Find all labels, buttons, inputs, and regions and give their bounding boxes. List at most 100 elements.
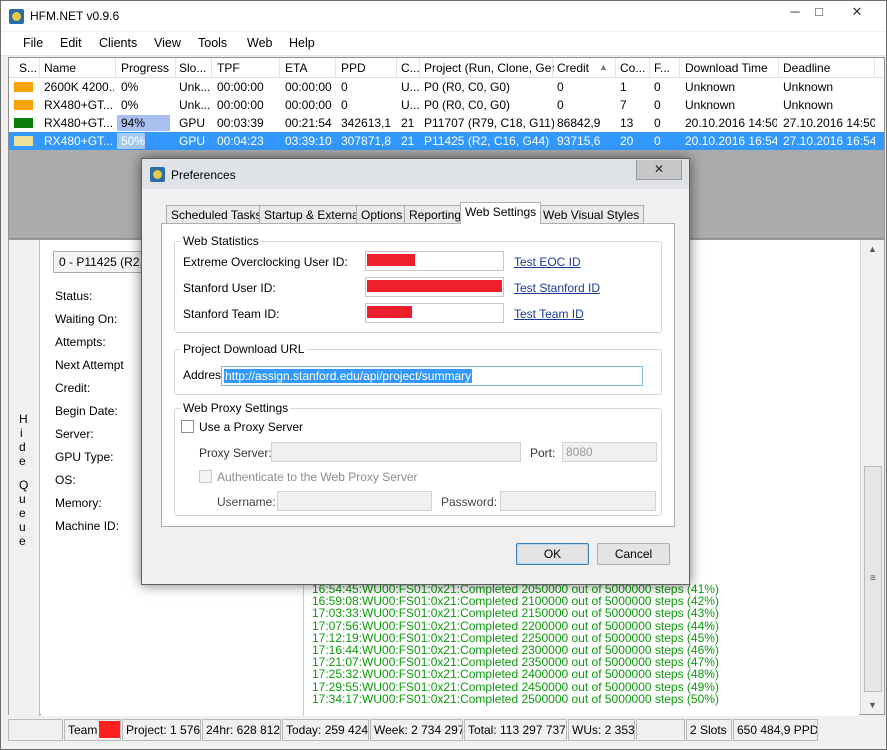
detail-label: Memory:: [55, 496, 102, 510]
status-team: Team: [64, 719, 121, 741]
col-progress[interactable]: Progress: [121, 61, 177, 75]
use-proxy-label: Use a Proxy Server: [199, 420, 304, 434]
test-team-id-link[interactable]: Test Team ID: [514, 307, 584, 321]
menu-clients[interactable]: Clients: [99, 36, 137, 50]
use-proxy-checkbox[interactable]: [181, 420, 194, 433]
cell-deadline: Unknown: [783, 80, 834, 94]
table-row[interactable]: RX480+GT... 0% Unk... 00:00:00 00:00:00 0 U...…: [9, 96, 884, 114]
table-row[interactable]: 2600K 4200... 0% Unk... 00:00:00 00:00:00 0 U.…: [9, 78, 884, 96]
col-status[interactable]: S...: [19, 61, 41, 75]
maximize-button[interactable]: □: [805, 3, 833, 23]
dialog-title-bar[interactable]: Preferences ✕: [142, 159, 689, 189]
scroll-up-icon[interactable]: ▲: [868, 244, 877, 254]
status-swatch: [14, 82, 33, 92]
cell-co: 1: [620, 80, 627, 94]
window-title: HFM.NET v0.9.6: [30, 9, 120, 23]
cell-eta: 00:00:00: [285, 98, 332, 112]
test-eoc-id-link[interactable]: Test EOC ID: [514, 255, 581, 269]
col-eta[interactable]: ETA: [285, 61, 335, 75]
close-button[interactable]: ✕: [843, 3, 871, 23]
status-project: Project: 1 576: [122, 719, 201, 741]
tab-reporting[interactable]: Reporting: [404, 205, 467, 223]
menu-help[interactable]: Help: [289, 36, 315, 50]
menu-web[interactable]: Web: [247, 36, 272, 50]
stanford-user-id-label: Stanford User ID:: [183, 281, 276, 295]
col-completed[interactable]: Co...: [620, 61, 646, 75]
table-row[interactable]: RX480+GT... 50% GPU 00:04:23 03:39:10 307871,…: [9, 132, 884, 150]
cell-credit: 93715,6: [557, 134, 601, 148]
col-failed[interactable]: F...: [654, 61, 676, 75]
detail-label: Credit:: [55, 381, 91, 395]
tab-startup-external[interactable]: Startup & External: [259, 205, 367, 223]
tab-scheduled-tasks[interactable]: Scheduled Tasks: [166, 205, 267, 223]
project-download-group: Project Download URL Address: http://ass…: [174, 342, 662, 395]
col-slot[interactable]: Slo...: [179, 61, 213, 75]
title-bar[interactable]: HFM.NET v0.9.6 ─ □ ✕: [1, 1, 886, 31]
address-value: http://assign.stanford.edu/api/project/s…: [224, 369, 473, 383]
dialog-close-button[interactable]: ✕: [636, 160, 682, 180]
cell-download: Unknown: [685, 98, 736, 112]
menu-view[interactable]: View: [154, 36, 181, 50]
cell-ppd: 307871,8: [341, 134, 392, 148]
stanford-team-id-input[interactable]: [365, 303, 504, 323]
col-download-time[interactable]: Download Time: [685, 61, 779, 75]
username-input[interactable]: [277, 491, 432, 511]
col-name[interactable]: Name: [44, 61, 114, 75]
status-spacer: [636, 719, 685, 741]
col-tpf[interactable]: TPF: [217, 61, 277, 75]
stanford-user-id-input[interactable]: [365, 277, 504, 297]
col-credit[interactable]: Credit: [557, 61, 597, 75]
cell-slot: GPU: [179, 116, 206, 130]
cell-download: 20.10.2016 16:54: [685, 134, 777, 148]
password-input[interactable]: [500, 491, 656, 511]
status-slots: 2 Slots: [686, 719, 732, 741]
menu-edit[interactable]: Edit: [60, 36, 82, 50]
authenticate-proxy-checkbox[interactable]: [199, 470, 212, 483]
eoc-user-id-input[interactable]: [365, 251, 504, 271]
cell-tpf: 00:04:23: [217, 134, 264, 148]
cell-c: U...: [401, 80, 419, 94]
username-label: Username:: [217, 495, 276, 509]
scroll-down-icon[interactable]: ▼: [868, 700, 877, 710]
tab-web-visual-styles[interactable]: Web Visual Styles: [538, 205, 645, 223]
col-ppd[interactable]: PPD: [341, 61, 395, 75]
col-core[interactable]: C...: [401, 61, 419, 75]
scroll-thumb[interactable]: ≡: [864, 466, 882, 692]
status-swatch: [14, 118, 33, 128]
cancel-button[interactable]: Cancel: [597, 543, 670, 565]
cell-f: 0: [654, 80, 661, 94]
test-stanford-id-link[interactable]: Test Stanford ID: [514, 281, 600, 295]
cell-f: 0: [654, 134, 661, 148]
web-statistics-title: Web Statistics: [181, 234, 261, 248]
proxy-server-input[interactable]: [271, 442, 521, 462]
col-project[interactable]: Project (Run, Clone, Gen): [424, 61, 554, 75]
hide-queue-button[interactable]: H i d e Q u e u e: [9, 240, 40, 716]
cell-slot: Unk...: [179, 80, 211, 94]
log-scrollbar[interactable]: ▲ ≡ ▼: [860, 240, 884, 714]
port-input[interactable]: 8080: [562, 442, 657, 462]
menu-file[interactable]: File: [23, 36, 43, 50]
log-line: 17:25:32:WU00:FS01:0x21:Completed 240000…: [312, 667, 719, 682]
menu-bar: File Edit Clients View Tools Web Help: [1, 32, 886, 56]
cell-ppd: 0: [341, 98, 348, 112]
cell-project: P0 (R0, C0, G0): [424, 80, 511, 94]
web-proxy-title: Web Proxy Settings: [181, 401, 291, 415]
log-line: 17:03:33:WU00:FS01:0x21:Completed 215000…: [312, 606, 719, 621]
tab-options[interactable]: Options: [356, 205, 408, 223]
menu-tools[interactable]: Tools: [198, 36, 227, 50]
grid-header: S... Name Progress Slo... TPF ETA PPD C.…: [9, 58, 884, 78]
cell-c: U...: [401, 98, 419, 112]
table-row[interactable]: RX480+GT... 94% GPU 00:03:39 00:21:54 342613,…: [9, 114, 884, 132]
ok-button[interactable]: OK: [516, 543, 589, 565]
status-ppd: 650 484,9 PPD: [733, 719, 818, 741]
cell-credit: 86842,9: [557, 116, 601, 130]
status-week: Week: 2 734 297: [370, 719, 463, 741]
tab-web-settings[interactable]: Web Settings: [460, 202, 542, 224]
address-input[interactable]: http://assign.stanford.edu/api/project/s…: [221, 366, 643, 386]
log-line: 17:07:56:WU00:FS01:0x21:Completed 220000…: [312, 618, 719, 633]
team-id-redaction: [367, 306, 412, 318]
log-line: 17:29:55:WU00:FS01:0x21:Completed 245000…: [312, 679, 719, 694]
col-deadline[interactable]: Deadline: [783, 61, 873, 75]
team-redaction: [99, 720, 120, 738]
cell-f: 0: [654, 98, 661, 112]
